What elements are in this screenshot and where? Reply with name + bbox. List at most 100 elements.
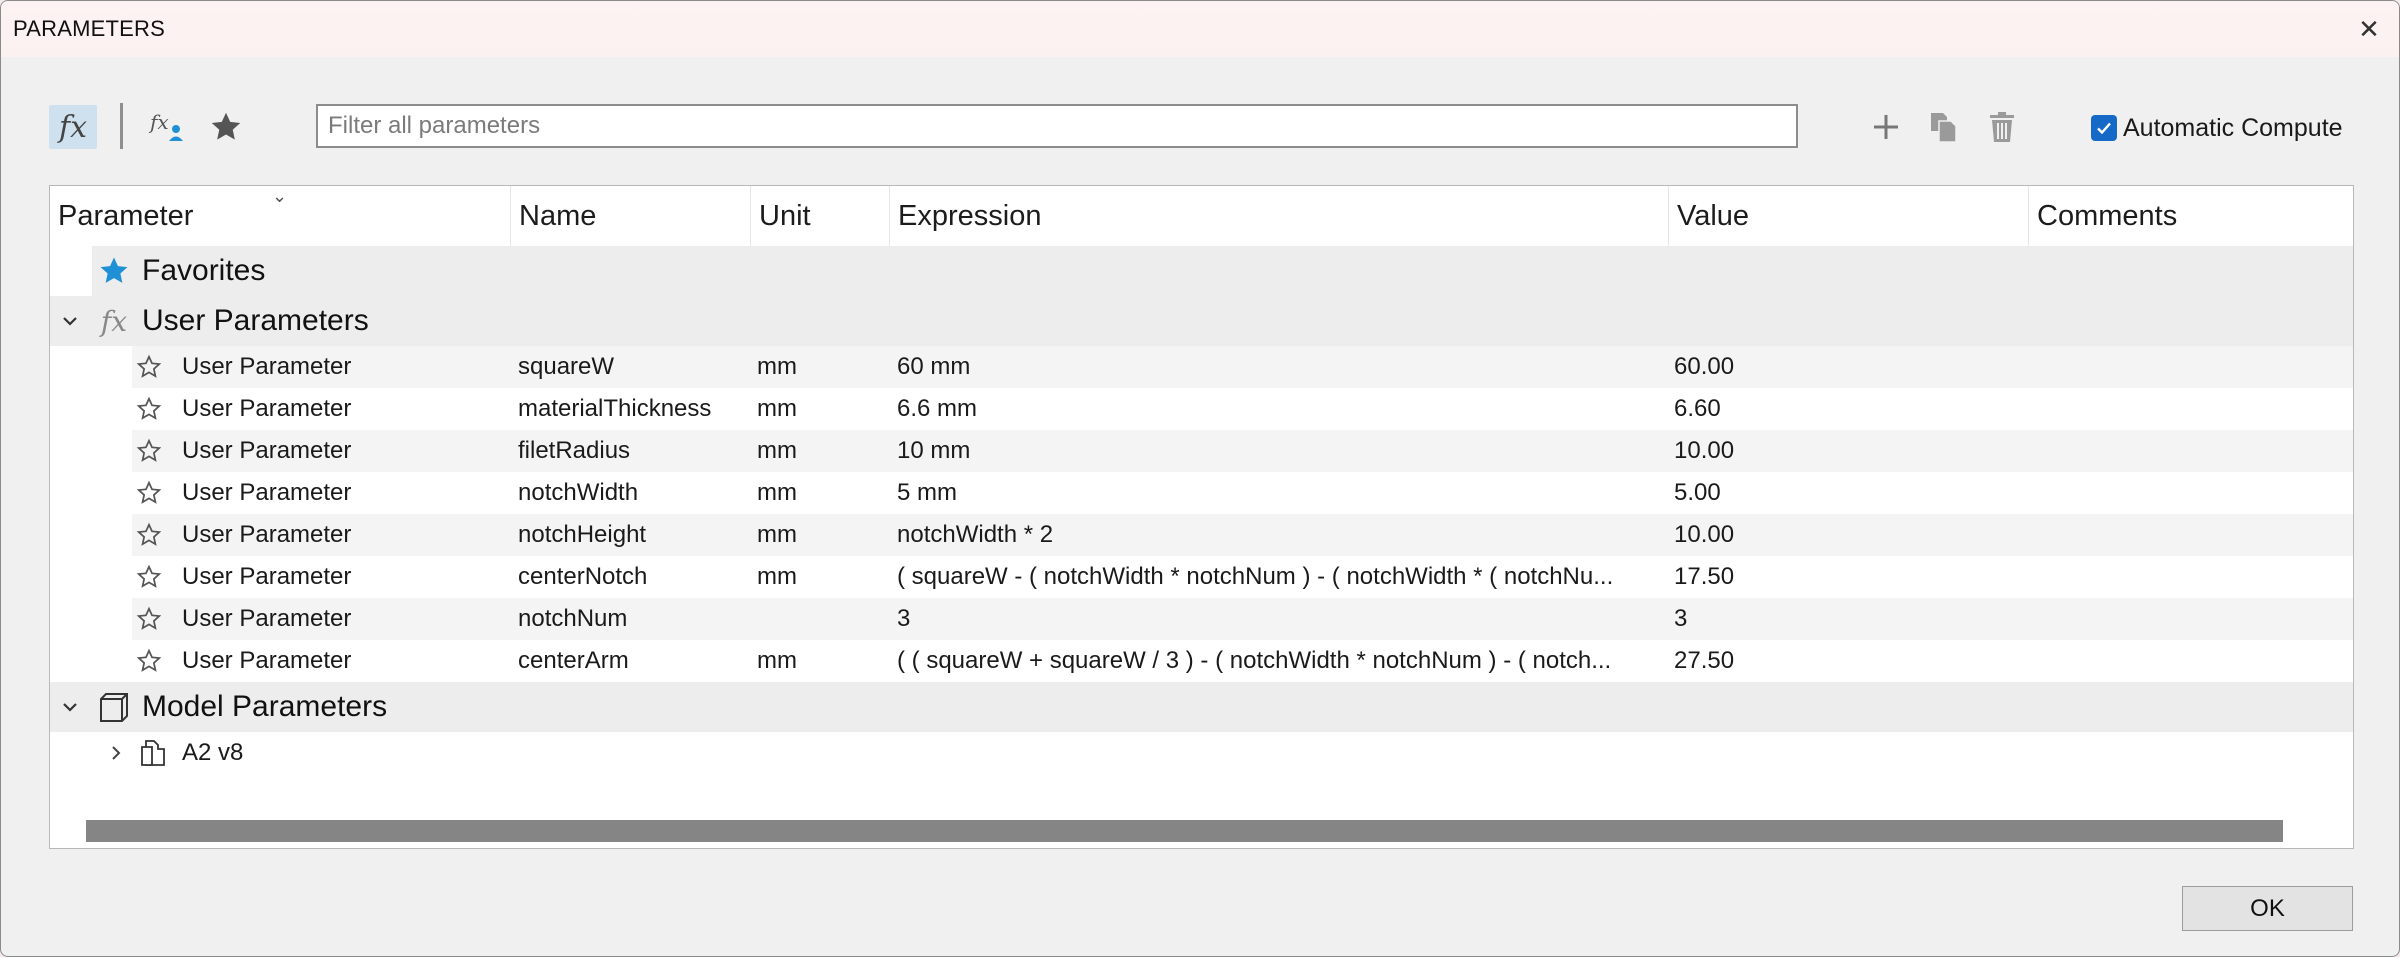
column-header-value[interactable]: Value <box>1668 186 2028 246</box>
favorites-star-icon <box>94 246 134 296</box>
copy-parameter-button[interactable] <box>1921 105 1967 149</box>
favorites-label: Favorites <box>142 254 266 287</box>
table-row[interactable]: User Parameter centerArm mm( ( squareW + s… <box>50 640 2353 682</box>
column-header-expression[interactable]: Expression <box>889 186 1668 246</box>
toolbar-divider <box>120 103 123 149</box>
favorite-star-icon[interactable] <box>134 514 164 556</box>
svg-text:fx: fx <box>148 110 169 134</box>
delete-parameter-button[interactable] <box>1979 105 2025 149</box>
chevron-down-icon[interactable] <box>50 296 90 346</box>
cell-name[interactable]: notchWidth <box>518 472 754 514</box>
model-item-label: A2 v8 <box>182 739 244 766</box>
cell-value: 10.00 <box>1674 521 1735 548</box>
cell-expression[interactable]: notchWidth * 2 <box>897 514 1667 556</box>
cell-unit[interactable] <box>757 598 887 640</box>
favorite-star-icon[interactable] <box>134 346 164 388</box>
cell-value: 10.00 <box>1674 437 1735 464</box>
user-parameters-filter-button[interactable]: fx <box>145 105 191 149</box>
cell-comments[interactable] <box>2034 472 2334 514</box>
cell-expression[interactable]: 5 mm <box>897 472 1667 514</box>
favorites-filter-button[interactable] <box>203 105 249 149</box>
fx-user-icon: fx <box>148 110 183 141</box>
table-row[interactable]: User Parameter notchHeight mm notchWidth * … <box>50 514 2353 556</box>
cell-expression[interactable]: 10 mm <box>897 430 1667 472</box>
add-parameter-button[interactable] <box>1863 105 1909 149</box>
favorite-star-icon[interactable] <box>134 472 164 514</box>
cell-unit[interactable]: mm <box>757 472 887 514</box>
cell-parameter: User Parameter <box>182 395 352 422</box>
ok-button[interactable]: OK <box>2182 886 2353 931</box>
fx-icon: fx <box>58 109 88 145</box>
toolbar: fx fx Filter all parameters Automatic Co… <box>1 91 2399 161</box>
cell-name[interactable]: notchHeight <box>518 514 754 556</box>
plus-icon <box>1874 115 1898 139</box>
automatic-compute-label: Automatic Compute <box>2123 113 2343 142</box>
cell-unit[interactable]: mm <box>757 556 887 598</box>
automatic-compute-checkbox[interactable] <box>2091 115 2117 141</box>
cell-expression[interactable]: ( squareW - ( notchWidth * notchNum ) - … <box>897 556 1667 598</box>
parameters-table: Parameter ⌄ Name Unit Expression Value Co… <box>49 185 2354 849</box>
cell-value: 17.50 <box>1674 563 1735 590</box>
close-button[interactable]: ✕ <box>2339 1 2399 57</box>
automatic-compute-toggle[interactable]: Automatic Compute <box>2091 113 2343 143</box>
fx-toggle-button[interactable]: fx <box>49 105 97 149</box>
cell-comments[interactable] <box>2034 598 2334 640</box>
cell-name[interactable]: centerArm <box>518 640 754 682</box>
cell-name[interactable]: notchNum <box>518 598 754 640</box>
cell-name[interactable]: squareW <box>518 346 754 388</box>
cell-parameter: User Parameter <box>182 353 352 380</box>
cell-unit[interactable]: mm <box>757 388 887 430</box>
cell-comments[interactable] <box>2034 346 2334 388</box>
cell-comments[interactable] <box>2034 556 2334 598</box>
user-parameters-label: User Parameters <box>142 304 369 337</box>
title-bar: PARAMETERS ✕ <box>1 1 2399 57</box>
filter-input[interactable] <box>316 104 1798 148</box>
favorite-star-icon[interactable] <box>134 430 164 472</box>
cell-comments[interactable] <box>2034 514 2334 556</box>
fx-icon: fx <box>100 304 128 338</box>
cell-unit[interactable]: mm <box>757 346 887 388</box>
cell-name[interactable]: centerNotch <box>518 556 754 598</box>
cell-expression[interactable]: 3 <box>897 598 1667 640</box>
component-icon <box>94 682 134 732</box>
favorite-star-icon[interactable] <box>134 388 164 430</box>
cell-unit[interactable]: mm <box>757 640 887 682</box>
cell-comments[interactable] <box>2034 388 2334 430</box>
column-header-parameter[interactable]: Parameter ⌄ <box>50 186 510 246</box>
favorites-group-row[interactable]: Favorites <box>50 246 2353 296</box>
user-parameters-group-row[interactable]: fx User Parameters <box>50 296 2353 346</box>
cell-parameter: User Parameter <box>182 647 352 674</box>
column-header-comments[interactable]: Comments <box>2028 186 2353 246</box>
cell-name[interactable]: filetRadius <box>518 430 754 472</box>
cell-unit[interactable]: mm <box>757 514 887 556</box>
design-icon <box>136 732 172 774</box>
model-parameters-label: Model Parameters <box>142 690 388 723</box>
table-row[interactable]: User Parameter notchNum 3 3 <box>50 598 2353 640</box>
cell-expression[interactable]: ( ( squareW + squareW / 3 ) - ( notchWid… <box>897 640 1667 682</box>
column-header-unit[interactable]: Unit <box>750 186 889 246</box>
horizontal-scrollbar[interactable] <box>86 820 2283 842</box>
cell-expression[interactable]: 60 mm <box>897 346 1667 388</box>
cell-parameter: User Parameter <box>182 563 352 590</box>
cell-name[interactable]: materialThickness <box>518 388 754 430</box>
cell-comments[interactable] <box>2034 430 2334 472</box>
table-row[interactable]: User Parameter centerNotch mm( squareW - (… <box>50 556 2353 598</box>
chevron-right-icon[interactable] <box>98 732 134 774</box>
trash-icon <box>1990 112 2014 142</box>
table-row[interactable]: User Parameter notchWidth mm 5 mm 5.00 <box>50 472 2353 514</box>
table-row[interactable]: User Parameter filetRadius mm 10 mm 10.00 <box>50 430 2353 472</box>
model-parameters-group-row[interactable]: Model Parameters <box>50 682 2353 732</box>
cell-unit[interactable]: mm <box>757 430 887 472</box>
model-item-row[interactable]: A2 v8 <box>50 732 2353 774</box>
cell-comments[interactable] <box>2034 640 2334 682</box>
parameters-dialog: PARAMETERS ✕ fx fx Filter all parameters… <box>0 0 2400 957</box>
column-header-name[interactable]: Name <box>510 186 750 246</box>
favorite-star-icon[interactable] <box>134 598 164 640</box>
cell-value: 3 <box>1674 605 1688 632</box>
chevron-down-icon[interactable] <box>50 682 90 732</box>
cell-expression[interactable]: 6.6 mm <box>897 388 1667 430</box>
table-row[interactable]: User Parameter materialThickness mm 6.6 mm 6… <box>50 388 2353 430</box>
favorite-star-icon[interactable] <box>134 640 164 682</box>
table-row[interactable]: User Parameter squareW mm 60 mm 60.00 <box>50 346 2353 388</box>
favorite-star-icon[interactable] <box>134 556 164 598</box>
